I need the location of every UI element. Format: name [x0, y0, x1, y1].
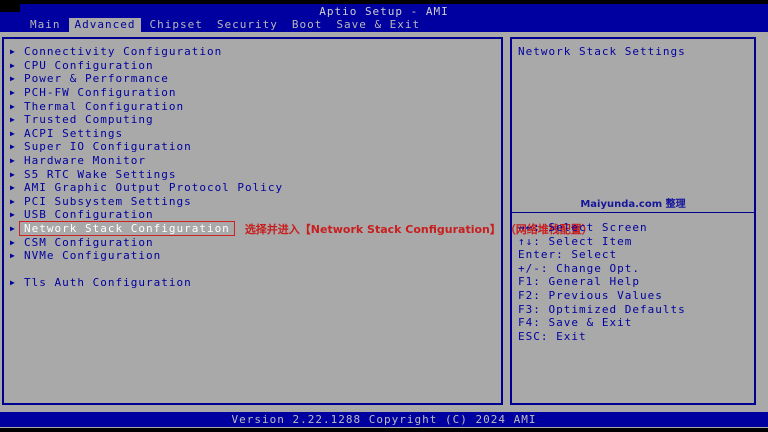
submenu-arrow-icon: ▶: [10, 169, 16, 179]
submenu-arrow-icon: ▶: [10, 47, 16, 57]
menu-tab-bar: Main Advanced Chipset Security Boot Save…: [24, 18, 428, 32]
menu-item-label: NVMe Configuration: [24, 249, 162, 263]
tab-chipset[interactable]: Chipset: [143, 18, 208, 32]
menu-item-label: AMI Graphic Output Protocol Policy: [24, 181, 284, 195]
submenu-arrow-icon: ▶: [10, 237, 16, 247]
tab-security[interactable]: Security: [211, 18, 284, 32]
menu-item-s5-rtc-wake[interactable]: ▶ S5 RTC Wake Settings: [4, 167, 501, 181]
menu-item-label: Super IO Configuration: [24, 140, 192, 154]
hotkey-select-screen: →←: Select Screen: [518, 221, 648, 234]
settings-menu-panel: ▶ Connectivity Configuration ▶ CPU Confi…: [2, 37, 593, 405]
hotkey-change-opt: +/-: Change Opt.: [518, 261, 640, 275]
menu-item-cpu[interactable]: ▶ CPU Configuration: [4, 59, 501, 73]
tab-advanced[interactable]: Advanced: [68, 18, 142, 32]
menu-item-pch-fw[interactable]: ▶ PCH-FW Configuration: [4, 86, 501, 100]
submenu-arrow-icon: ▶: [10, 183, 16, 193]
hotkey-f4-save-exit: F4: Save & Exit: [518, 316, 633, 330]
hotkey-f3-defaults: F3: Optimized Defaults: [518, 302, 686, 316]
menu-item-label: CSM Configuration: [24, 235, 154, 249]
menu-item-label: S5 RTC Wake Settings: [24, 167, 177, 181]
submenu-arrow-icon: ▶: [10, 278, 16, 288]
submenu-arrow-icon: ▶: [10, 115, 16, 125]
header-bar: Aptio Setup - AMI Main Advanced Chipset …: [0, 4, 768, 32]
bios-setup-screen: Aptio Setup - AMI Main Advanced Chipset …: [0, 0, 768, 432]
menu-item-label: Hardware Monitor: [24, 154, 146, 168]
help-panel-title: Network Stack Settings: [518, 45, 686, 58]
help-panel: Network Stack Settings Maiyunda.com 整理 →…: [510, 37, 756, 405]
tab-boot[interactable]: Boot: [286, 18, 329, 32]
hotkey-legend: →←: Select Screen ↑↓: Select Item Enter:…: [518, 221, 686, 343]
hotkey-esc-exit: ESC: Exit: [518, 329, 587, 343]
submenu-arrow-icon: ▶: [10, 156, 16, 166]
submenu-arrow-icon: ▶: [10, 101, 16, 111]
menu-item-acpi[interactable]: ▶ ACPI Settings: [4, 127, 501, 141]
menu-item-label: Thermal Configuration: [24, 99, 185, 113]
menu-item-ami-gop-policy[interactable]: ▶ AMI Graphic Output Protocol Policy: [4, 181, 501, 195]
watermark-text: Maiyunda.com 整理: [580, 199, 686, 210]
help-panel-divider: [512, 212, 754, 213]
version-text: Version 2.22.1288 Copyright (C) 2024 AMI: [231, 413, 537, 426]
corner-notch: [0, 0, 20, 12]
submenu-arrow-icon: ▶: [10, 88, 16, 98]
menu-item-label: Connectivity Configuration: [24, 45, 223, 59]
menu-item-super-io[interactable]: ▶ Super IO Configuration: [4, 140, 501, 154]
menu-item-label: Power & Performance: [24, 72, 169, 86]
menu-item-label: Trusted Computing: [24, 113, 154, 127]
menu-item-trusted-computing[interactable]: ▶ Trusted Computing: [4, 113, 501, 127]
hotkey-select-item: ↑↓: Select Item: [518, 234, 633, 248]
submenu-arrow-icon: ▶: [10, 74, 16, 84]
tab-main[interactable]: Main: [24, 18, 67, 32]
submenu-arrow-icon: ▶: [10, 60, 16, 70]
menu-spacer-row: [4, 263, 501, 277]
submenu-arrow-icon: ▶: [10, 251, 16, 261]
submenu-arrow-icon: ▶: [10, 128, 16, 138]
menu-item-pci-subsystem[interactable]: ▶ PCI Subsystem Settings: [4, 195, 501, 209]
menu-item-hardware-monitor[interactable]: ▶ Hardware Monitor: [4, 154, 501, 168]
hotkey-f1-help: F1: General Help: [518, 275, 640, 289]
menu-item-label: ACPI Settings: [24, 126, 124, 140]
submenu-arrow-icon: ▶: [10, 196, 16, 206]
footer-bar: Version 2.22.1288 Copyright (C) 2024 AMI: [0, 412, 768, 427]
submenu-arrow-icon: ▶: [10, 210, 16, 220]
tab-save-exit[interactable]: Save & Exit: [330, 18, 426, 32]
menu-item-connectivity[interactable]: ▶ Connectivity Configuration: [4, 45, 501, 59]
app-title: Aptio Setup - AMI: [319, 5, 449, 18]
menu-item-label: PCH-FW Configuration: [24, 86, 177, 100]
menu-item-thermal[interactable]: ▶ Thermal Configuration: [4, 99, 501, 113]
hotkey-f2-previous: F2: Previous Values: [518, 288, 663, 302]
menu-item-network-stack[interactable]: ▶ Network Stack Configuration 选择并进入【Netw…: [4, 221, 593, 237]
letterbox-bottom: [0, 428, 768, 432]
menu-item-label: USB Configuration: [24, 208, 154, 222]
menu-item-csm[interactable]: ▶ CSM Configuration: [4, 235, 501, 249]
hotkey-enter-select: Enter: Select: [518, 248, 618, 262]
selected-item-label: Network Stack Configuration: [19, 221, 235, 237]
menu-item-power-performance[interactable]: ▶ Power & Performance: [4, 72, 501, 86]
menu-item-label: Tls Auth Configuration: [24, 276, 192, 290]
menu-item-label: CPU Configuration: [24, 58, 154, 72]
menu-item-tls-auth[interactable]: ▶ Tls Auth Configuration: [4, 276, 501, 290]
menu-item-label: PCI Subsystem Settings: [24, 194, 192, 208]
submenu-arrow-icon: ▶: [10, 142, 16, 152]
menu-item-nvme[interactable]: ▶ NVMe Configuration: [4, 249, 501, 263]
settings-menu-list: ▶ Connectivity Configuration ▶ CPU Confi…: [4, 45, 593, 290]
